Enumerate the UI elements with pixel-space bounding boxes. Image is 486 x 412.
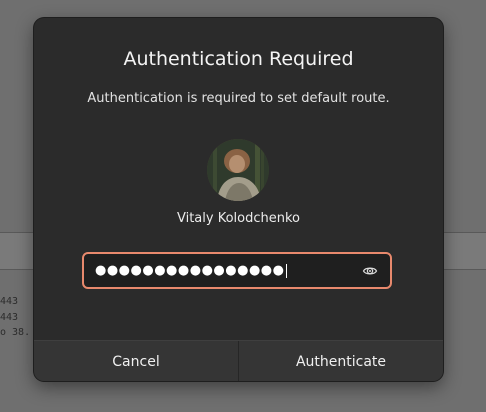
- dialog-button-bar: Cancel Authenticate: [34, 340, 443, 381]
- avatar: [207, 139, 269, 201]
- dialog-message: Authentication is required to set defaul…: [87, 91, 390, 106]
- cancel-button[interactable]: Cancel: [34, 341, 238, 381]
- eye-icon[interactable]: [362, 263, 378, 279]
- user-name: Vitaly Kolodchenko: [176, 211, 300, 226]
- text-caret: [285, 263, 287, 278]
- dialog-title: Authentication Required: [123, 48, 354, 70]
- background-terminal-line: o 38.: [0, 327, 31, 338]
- authentication-dialog: Authentication Required Authentication i…: [34, 18, 443, 381]
- background-terminal-line: 443: [0, 296, 19, 307]
- password-dots: ●●●●●●●●●●●●●●●●: [95, 263, 285, 278]
- background-terminal-line: 443: [0, 312, 19, 323]
- password-masked-value: ●●●●●●●●●●●●●●●●: [95, 263, 287, 278]
- authenticate-button[interactable]: Authenticate: [238, 341, 443, 381]
- password-input[interactable]: ●●●●●●●●●●●●●●●●: [82, 252, 392, 289]
